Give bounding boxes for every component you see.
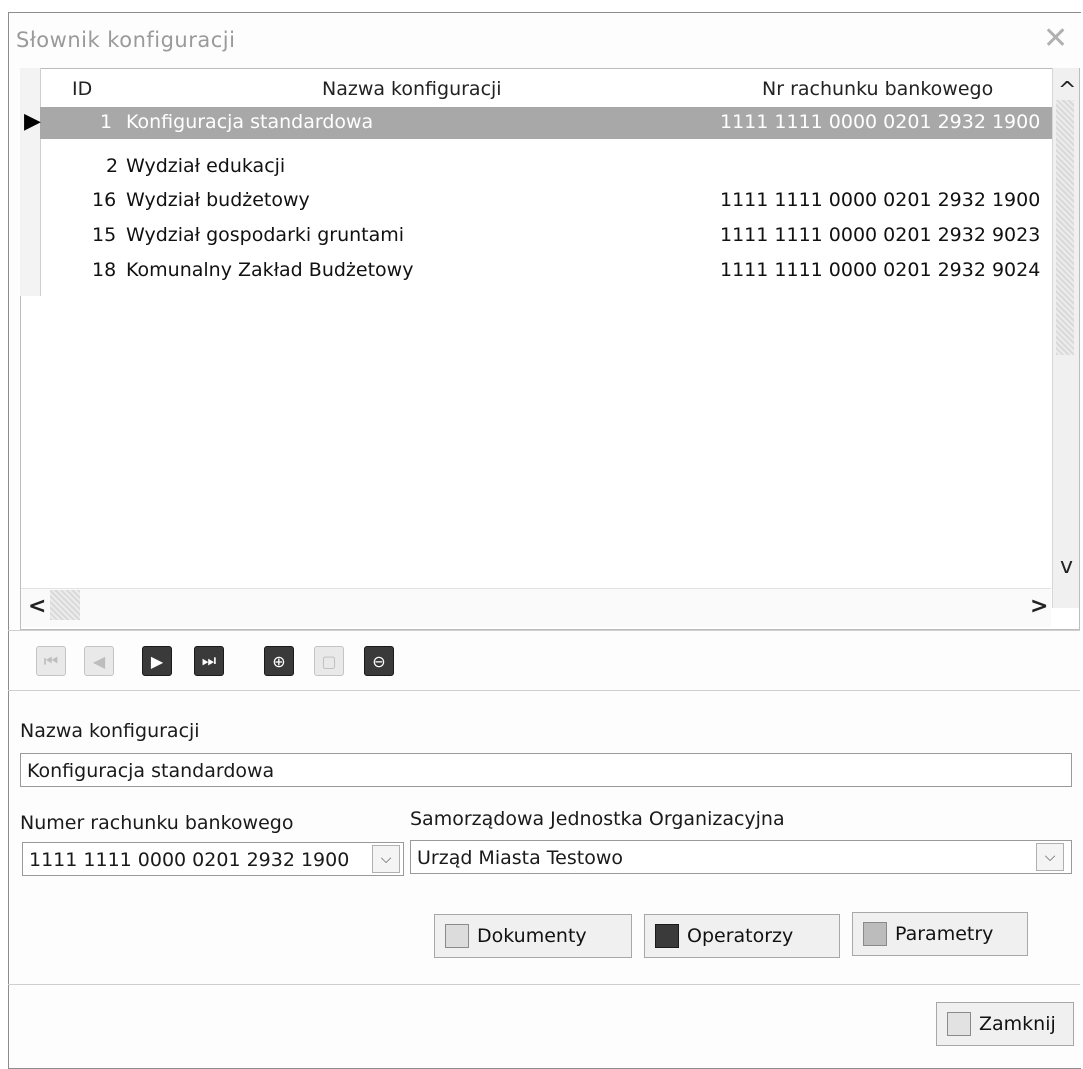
first-icon: ⏮ xyxy=(43,651,59,670)
table-row-1-name[interactable]: Konfiguracja standardowa xyxy=(126,111,373,133)
table-row-5-account[interactable]: 1111 1111 0000 0201 2932 9024 xyxy=(720,259,1040,281)
scroll-down-icon[interactable]: v xyxy=(1060,556,1073,578)
documents-button[interactable]: Dokumenty xyxy=(434,914,632,958)
parameters-button[interactable]: Parametry xyxy=(852,912,1028,956)
name-label: Nazwa konfiguracji xyxy=(20,720,200,742)
parameters-button-label: Parametry xyxy=(895,923,994,945)
insert-record-button[interactable]: ⊕ xyxy=(264,646,294,676)
wrench-icon xyxy=(863,922,887,946)
first-record-button[interactable]: ⏮ xyxy=(36,646,66,676)
horizontal-scroll-thumb[interactable] xyxy=(50,590,80,620)
prior-icon: ◀ xyxy=(92,651,106,671)
table-row-4-account[interactable]: 1111 1111 0000 0201 2932 9023 xyxy=(720,224,1040,246)
row-indicator-column xyxy=(20,68,41,296)
scroll-right-icon[interactable]: > xyxy=(1030,596,1048,618)
edit-icon: ▢ xyxy=(321,651,337,671)
table-row-3-name[interactable]: Wydział budżetowy xyxy=(126,189,310,211)
unit-label: Samorządowa Jednostka Organizacyjna xyxy=(410,808,785,830)
insert-icon: ⊕ xyxy=(272,651,286,671)
column-header-id[interactable]: ID xyxy=(72,78,92,100)
delete-icon: ⊖ xyxy=(372,651,386,671)
divider xyxy=(8,630,1080,631)
column-header-account[interactable]: Nr rachunku bankowego xyxy=(762,78,993,100)
table-row-1-account[interactable]: 1111 1111 0000 0201 2932 1900 xyxy=(720,111,1040,133)
table-row-4-name[interactable]: Wydział gospodarki gruntami xyxy=(126,224,404,246)
prior-record-button[interactable]: ◀ xyxy=(84,646,114,676)
next-record-button[interactable]: ▶ xyxy=(142,646,172,676)
delete-record-button[interactable]: ⊖ xyxy=(364,646,394,676)
divider xyxy=(8,690,1080,691)
close-button[interactable]: Zamknij xyxy=(936,1002,1074,1046)
table-row-3-account[interactable]: 1111 1111 0000 0201 2932 1900 xyxy=(720,189,1040,211)
column-header-name[interactable]: Nazwa konfiguracji xyxy=(322,78,502,100)
table-row-2-id[interactable]: 2 xyxy=(106,155,118,177)
last-record-button[interactable]: ⏭ xyxy=(194,646,224,676)
operators-button[interactable]: Operatorzy xyxy=(644,914,840,958)
documents-button-label: Dokumenty xyxy=(477,925,587,947)
user-icon xyxy=(655,924,679,948)
close-button-label: Zamknij xyxy=(979,1013,1056,1035)
vertical-scroll-thumb[interactable] xyxy=(1056,100,1074,355)
window-title: Słownik konfiguracji xyxy=(16,28,236,52)
account-select[interactable]: 1111 1111 0000 0201 2932 1900 xyxy=(22,842,404,876)
operators-button-label: Operatorzy xyxy=(687,925,794,947)
last-icon: ⏭ xyxy=(201,651,217,670)
table-row-5-id[interactable]: 18 xyxy=(92,259,116,281)
scroll-up-icon[interactable]: ^ xyxy=(1058,80,1076,102)
table-row-2-name[interactable]: Wydział edukacji xyxy=(126,155,285,177)
divider xyxy=(8,984,1080,985)
scroll-left-icon[interactable]: < xyxy=(28,596,46,618)
table-row-4-id[interactable]: 15 xyxy=(92,224,116,246)
unit-dropdown-icon[interactable]: ⌵ xyxy=(1036,843,1064,871)
configurations-grid xyxy=(20,68,1080,630)
table-row-5-name[interactable]: Komunalny Zakład Budżetowy xyxy=(126,259,413,281)
close-button-icon xyxy=(947,1012,971,1036)
account-label: Numer rachunku bankowego xyxy=(20,812,294,834)
account-dropdown-icon[interactable]: ⌵ xyxy=(372,845,400,873)
row-pointer-icon: ▶ xyxy=(24,109,41,134)
close-icon[interactable]: ✕ xyxy=(1043,24,1068,54)
table-row-3-id[interactable]: 16 xyxy=(92,189,116,211)
document-icon xyxy=(445,924,469,948)
edit-record-button[interactable]: ▢ xyxy=(314,646,344,676)
unit-select[interactable]: Urząd Miasta Testowo xyxy=(410,840,1072,874)
name-field[interactable]: Konfiguracja standardowa xyxy=(20,753,1072,787)
table-row-1-id[interactable]: 1 xyxy=(100,111,112,133)
horizontal-scrollbar[interactable] xyxy=(21,588,1051,627)
next-icon: ▶ xyxy=(150,651,164,671)
